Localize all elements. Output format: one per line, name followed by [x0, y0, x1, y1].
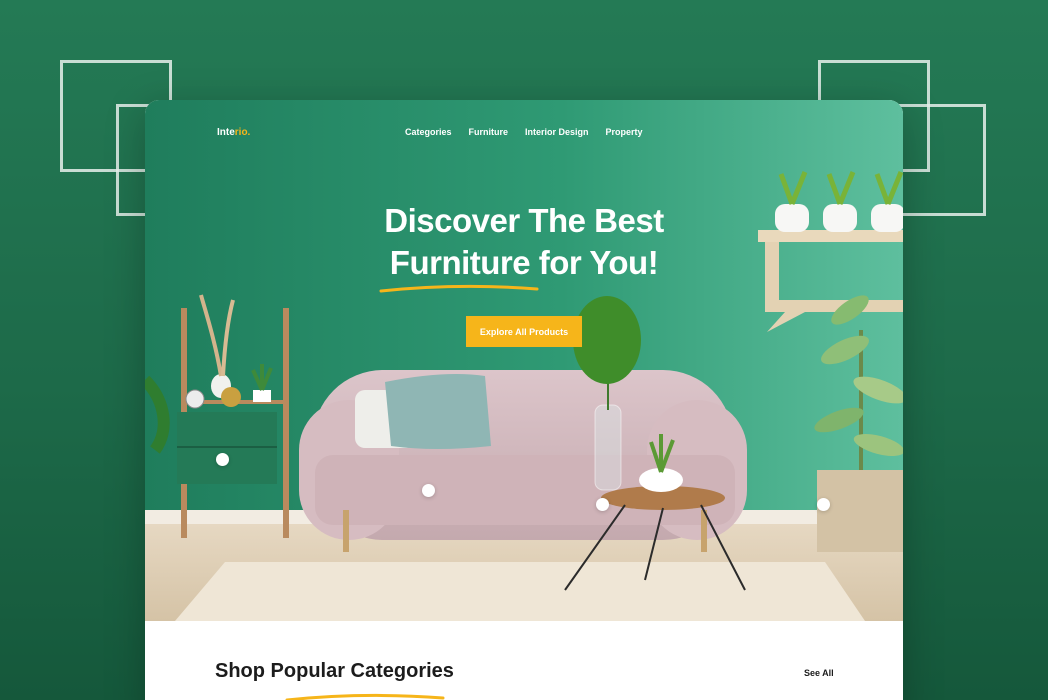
hero-title-line-2: Furniture for You!: [389, 244, 659, 281]
brand-logo-main: Inte: [217, 127, 235, 138]
top-navigation: Interio. Categories Furniture Interior D…: [145, 100, 903, 164]
living-room-illustration: [145, 100, 903, 621]
nav-link-furniture[interactable]: Furniture: [469, 127, 509, 137]
nav-link-categories[interactable]: Categories: [405, 127, 452, 137]
section-title: Shop Popular Categories: [215, 660, 454, 682]
website-preview-card: Interio. Categories Furniture Interior D…: [145, 100, 903, 700]
hero-title-underline: [379, 284, 539, 293]
nav-link-interior-design[interactable]: Interior Design: [525, 127, 589, 137]
brand-logo-accent: rio.: [234, 127, 251, 138]
product-hotspot-plant-basket[interactable]: [817, 498, 830, 511]
hero-title-line-1: Discover The Best: [384, 202, 664, 239]
hero-section: Interio. Categories Furniture Interior D…: [145, 100, 903, 621]
product-hotspot-side-table[interactable]: [596, 498, 609, 511]
brand-logo[interactable]: Interio.: [217, 127, 250, 138]
product-hotspot-sofa[interactable]: [422, 484, 435, 497]
section-title-underline: [285, 693, 445, 700]
see-all-link[interactable]: See All: [804, 668, 834, 678]
explore-all-products-button[interactable]: Explore All Products: [466, 316, 582, 347]
nav-link-property[interactable]: Property: [606, 127, 643, 137]
hero-title: Discover The Best Furniture for You!: [324, 200, 724, 284]
nav-links: Categories Furniture Interior Design Pro…: [405, 127, 643, 137]
product-hotspot-cabinet[interactable]: [216, 453, 229, 466]
